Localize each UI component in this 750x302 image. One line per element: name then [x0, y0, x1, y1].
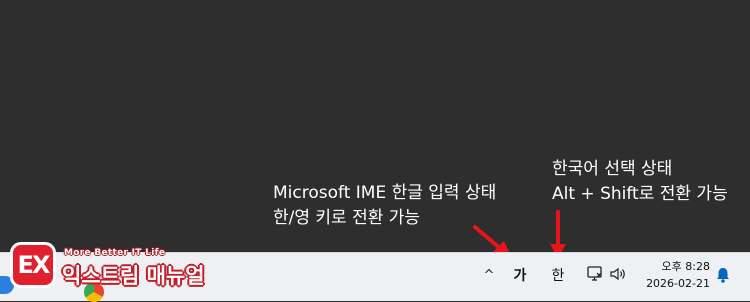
logo-badge: EX — [10, 242, 56, 288]
show-hidden-icons-chevron-icon[interactable]: ^ — [480, 264, 498, 286]
korean-annotation-line2: Alt + Shift로 전환 가능 — [552, 184, 728, 204]
ime-annotation-line2: 한/영 키로 전환 가능 — [273, 208, 421, 228]
ime-annotation-line1: Microsoft IME 한글 입력 상태 — [273, 183, 497, 203]
ime-mode-indicator[interactable]: 가 — [508, 263, 532, 287]
korean-annotation-line1: 한국어 선택 상태 — [552, 159, 673, 179]
logo-title: 익스트림 매뉴얼 — [62, 264, 205, 288]
site-logo: EX More Better IT Life 익스트림 매뉴얼 — [6, 238, 206, 300]
network-icon[interactable] — [586, 265, 604, 283]
korean-annotation: 한국어 선택 상태 Alt + Shift로 전환 가능 — [552, 157, 728, 207]
clock-time: 오후 8:28 — [661, 260, 710, 273]
logo-subtitle: More Better IT Life — [64, 248, 166, 258]
volume-icon[interactable] — [609, 266, 629, 282]
notification-bell-icon[interactable] — [715, 266, 731, 284]
ime-annotation: Microsoft IME 한글 입력 상태 한/영 키로 전환 가능 — [273, 181, 496, 231]
taskbar-clock[interactable]: 오후 8:28 2026-02-21 — [640, 258, 710, 292]
clock-date: 2026-02-21 — [646, 277, 710, 290]
language-indicator[interactable]: 한 — [546, 263, 570, 287]
